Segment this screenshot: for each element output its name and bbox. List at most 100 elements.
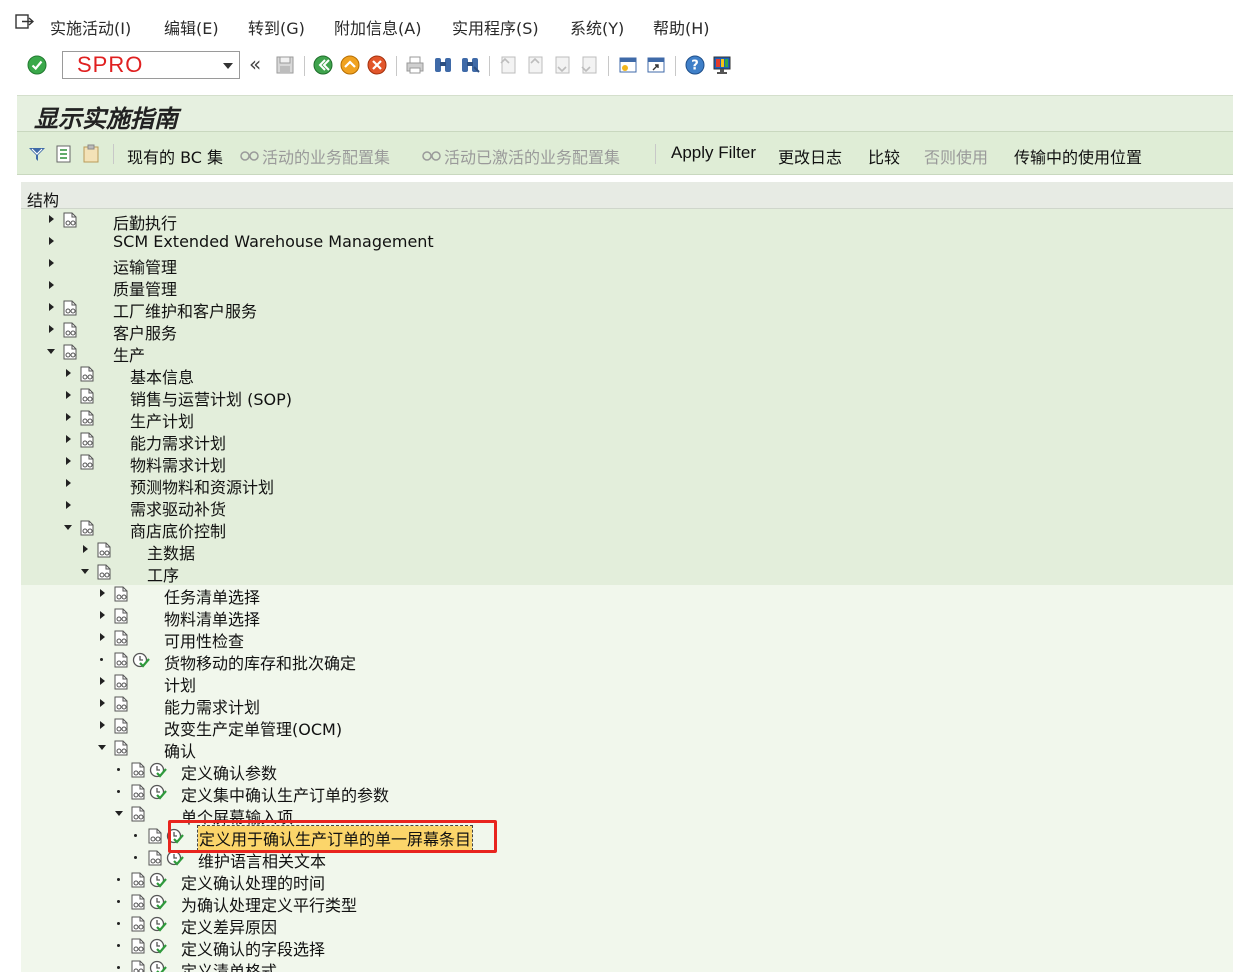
- expand-node-icon[interactable]: [66, 479, 71, 487]
- customize-layout-icon[interactable]: [711, 54, 733, 76]
- documentation-icon[interactable]: [114, 718, 128, 734]
- documentation-icon[interactable]: [131, 916, 145, 932]
- command-field[interactable]: SPRO: [62, 51, 240, 79]
- menu-implementation-activities[interactable]: 实施活动(I): [50, 15, 131, 39]
- documentation-icon[interactable]: [63, 344, 77, 360]
- menu-edit[interactable]: 编辑(E): [164, 15, 219, 39]
- execute-activity-icon[interactable]: [149, 959, 167, 972]
- collapse-node-icon[interactable]: [98, 745, 106, 750]
- documentation-icon[interactable]: [114, 674, 128, 690]
- next-page-icon[interactable]: [551, 54, 573, 76]
- tree-node[interactable]: SCM Extended Warehouse Management: [21, 231, 1233, 253]
- tree-node[interactable]: 定义差异原因: [21, 913, 1233, 937]
- print-icon[interactable]: [404, 54, 426, 76]
- tree-node[interactable]: 销售与运营计划 (SOP): [21, 385, 1233, 409]
- documentation-icon[interactable]: [80, 366, 94, 382]
- documentation-icon[interactable]: [114, 586, 128, 602]
- compare-button[interactable]: 比较: [868, 144, 900, 168]
- find-icon[interactable]: [432, 54, 454, 76]
- documentation-icon[interactable]: [63, 300, 77, 316]
- documentation-icon[interactable]: [114, 630, 128, 646]
- documentation-icon[interactable]: [131, 960, 145, 972]
- apply-filter-button[interactable]: Apply Filter: [671, 143, 756, 163]
- collapse-node-icon[interactable]: [47, 349, 55, 354]
- expand-node-icon[interactable]: [66, 501, 71, 509]
- tree-node[interactable]: 生产计划: [21, 407, 1233, 431]
- menu-utilities[interactable]: 实用程序(S): [452, 15, 539, 39]
- expand-node-icon[interactable]: [100, 677, 105, 685]
- tree-node[interactable]: 改变生产定单管理(OCM): [21, 715, 1233, 739]
- exit-icon[interactable]: [14, 12, 34, 32]
- find-next-icon[interactable]: [459, 54, 481, 76]
- expand-node-icon[interactable]: [66, 369, 71, 377]
- expand-node-icon[interactable]: [49, 303, 54, 311]
- chevron-down-icon[interactable]: [223, 63, 233, 69]
- cancel-icon[interactable]: [366, 54, 388, 76]
- documentation-icon[interactable]: [131, 762, 145, 778]
- expand-node-icon[interactable]: [49, 281, 54, 289]
- tree-node[interactable]: 定义确认参数: [21, 759, 1233, 783]
- tree-node[interactable]: 定义确认的字段选择: [21, 935, 1233, 959]
- tree-node[interactable]: 质量管理: [21, 275, 1233, 299]
- documentation-icon[interactable]: [114, 696, 128, 712]
- expand-node-icon[interactable]: [66, 457, 71, 465]
- documentation-icon[interactable]: [114, 740, 128, 756]
- documentation-icon[interactable]: [148, 850, 162, 866]
- tree-node-label[interactable]: 定义清单格式: [181, 958, 277, 972]
- filter-funnel-icon[interactable]: [27, 144, 47, 164]
- help-icon[interactable]: ?: [684, 54, 706, 76]
- enter-check-icon[interactable]: [26, 54, 48, 76]
- tree-node[interactable]: 计划: [21, 671, 1233, 695]
- tree-node[interactable]: 后勤执行: [21, 209, 1233, 233]
- collapse-node-icon[interactable]: [64, 525, 72, 530]
- documentation-icon[interactable]: [80, 410, 94, 426]
- tree-node[interactable]: 确认: [21, 737, 1233, 761]
- menu-system[interactable]: 系统(Y): [570, 15, 624, 39]
- collapse-node-icon[interactable]: [81, 569, 89, 574]
- tree-node[interactable]: 需求驱动补货: [21, 495, 1233, 519]
- documentation-icon[interactable]: [131, 784, 145, 800]
- documentation-icon[interactable]: [131, 894, 145, 910]
- tree-node[interactable]: 物料清单选择: [21, 605, 1233, 629]
- exit-up-icon[interactable]: [339, 54, 361, 76]
- tree-node[interactable]: 定义确认处理的时间: [21, 869, 1233, 893]
- tree-node[interactable]: 为确认处理定义平行类型: [21, 891, 1233, 915]
- execute-activity-icon[interactable]: [149, 893, 167, 911]
- menu-extras[interactable]: 附加信息(A): [334, 15, 421, 39]
- expand-node-icon[interactable]: [66, 413, 71, 421]
- where-used-else-button[interactable]: 否则使用: [924, 144, 988, 168]
- tree-node-label[interactable]: SCM Extended Warehouse Management: [113, 232, 434, 251]
- expand-subtree-icon[interactable]: [54, 144, 74, 164]
- tree-node[interactable]: 商店底价控制: [21, 517, 1233, 541]
- execute-activity-icon[interactable]: [149, 871, 167, 889]
- expand-node-icon[interactable]: [100, 611, 105, 619]
- tree-node[interactable]: 货物移动的库存和批次确定: [21, 649, 1233, 673]
- execute-activity-icon[interactable]: [149, 783, 167, 801]
- documentation-icon[interactable]: [131, 872, 145, 888]
- tree-node[interactable]: 生产: [21, 341, 1233, 365]
- expand-node-icon[interactable]: [49, 259, 54, 267]
- change-log-button[interactable]: 更改日志: [778, 144, 842, 168]
- tree-node[interactable]: 能力需求计划: [21, 429, 1233, 453]
- where-used-transport-button[interactable]: 传输中的使用位置: [1014, 144, 1142, 168]
- tree-node[interactable]: 物料需求计划: [21, 451, 1233, 475]
- tree-node[interactable]: 定义清单格式: [21, 957, 1233, 972]
- expand-node-icon[interactable]: [83, 545, 88, 553]
- documentation-icon[interactable]: [114, 652, 128, 668]
- execute-activity-icon[interactable]: [149, 761, 167, 779]
- tree-node[interactable]: 基本信息: [21, 363, 1233, 387]
- current-bc-set-button[interactable]: 现有的 BC 集: [127, 144, 223, 168]
- expand-node-icon[interactable]: [100, 699, 105, 707]
- expand-node-icon[interactable]: [49, 325, 54, 333]
- expand-node-icon[interactable]: [66, 391, 71, 399]
- previous-page-icon[interactable]: [524, 54, 546, 76]
- tree-node[interactable]: 客户服务: [21, 319, 1233, 343]
- tree-node[interactable]: 定义集中确认生产订单的参数: [21, 781, 1233, 805]
- execute-activity-icon[interactable]: [149, 915, 167, 933]
- expand-node-icon[interactable]: [49, 237, 54, 245]
- clipboard-icon[interactable]: [81, 144, 101, 164]
- expand-node-icon[interactable]: [100, 721, 105, 729]
- last-page-icon[interactable]: [578, 54, 600, 76]
- expand-node-icon[interactable]: [100, 589, 105, 597]
- tree-node[interactable]: 可用性检查: [21, 627, 1233, 651]
